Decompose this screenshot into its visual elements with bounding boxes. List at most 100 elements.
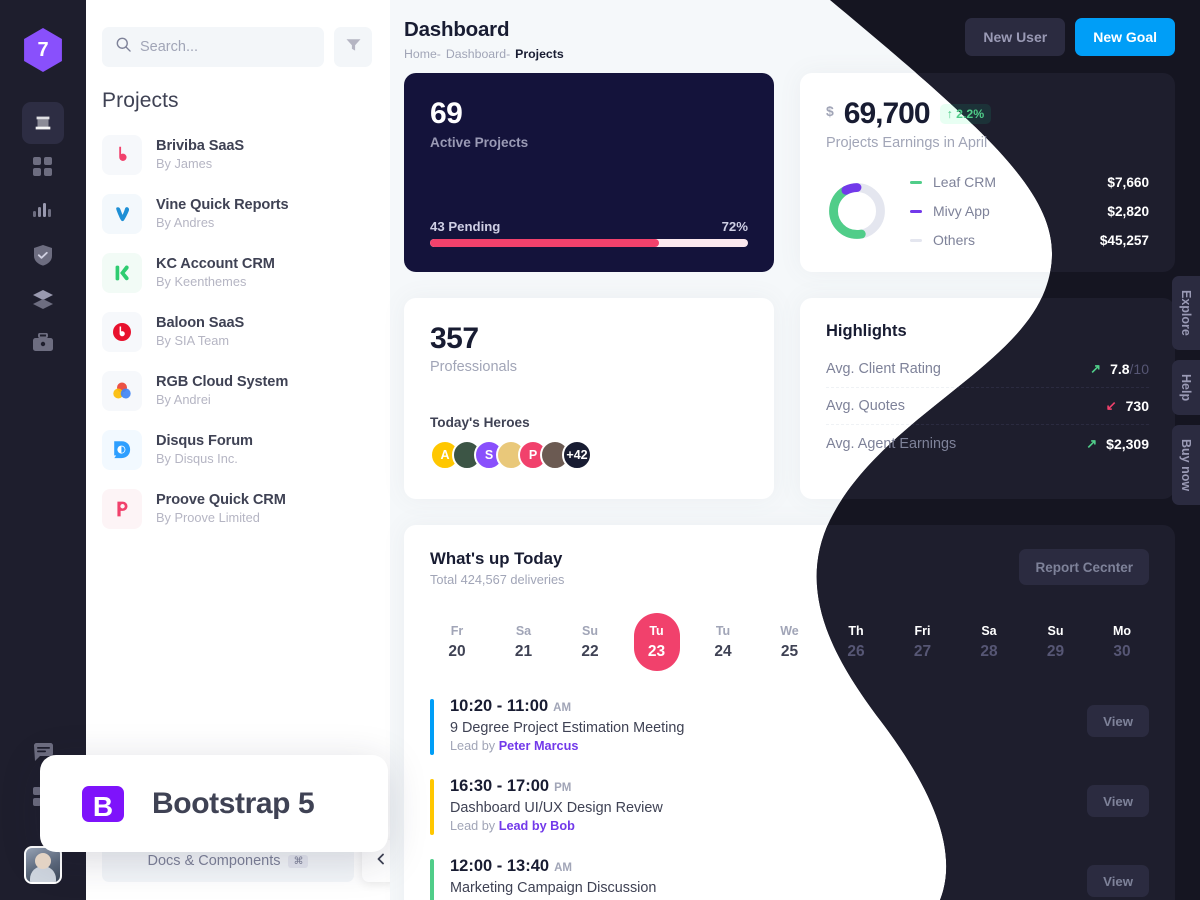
day-item[interactable]: Su 22 [567, 613, 613, 671]
list-item[interactable]: KC Account CRM By Keenthemes [102, 243, 374, 302]
list-item[interactable]: Baloon SaaS By SIA Team [102, 302, 374, 361]
day-item[interactable]: Fri 27 [900, 613, 946, 671]
bootstrap-badge: B Bootstrap 5 [40, 755, 388, 852]
arrow-down-left-icon: ↙ [1105, 398, 1117, 413]
rail-item-briefcase[interactable] [22, 322, 64, 364]
day-item[interactable]: Th 26 [833, 613, 879, 671]
avatar-initial: P [528, 448, 538, 462]
event-color-bar [430, 779, 434, 835]
docs-label: Docs & Components [147, 853, 281, 869]
table-row: Avg. Client Rating ↗ 7.8/10 [826, 351, 1149, 388]
highlights-card: Highlights Avg. Client Rating ↗ 7.8/10 A… [800, 298, 1175, 499]
earnings-body: Leaf CRM $7,660 Mivy App $2,820 Others $… [826, 174, 1149, 248]
event-list: 10:20 - 11:00 AM 9 Degree Project Estimat… [430, 697, 1149, 900]
highlight-value: $2,309 [1106, 436, 1149, 452]
legend-swatch [910, 238, 922, 242]
event-body: 16:30 - 17:00 PM Dashboard UI/UX Design R… [450, 777, 1071, 833]
new-goal-button[interactable]: New Goal [1075, 18, 1175, 56]
project-text: RGB Cloud System By Andrei [156, 374, 288, 407]
day-number: 24 [714, 642, 732, 660]
side-tab-help[interactable]: Help [1172, 359, 1200, 415]
earnings-amount-row: $ 69,700 ↑ 2.2% [826, 97, 1149, 131]
legend-value: $7,660 [1107, 174, 1149, 190]
event-color-bar [430, 859, 434, 900]
arrow-up-icon: ↑ [946, 107, 953, 121]
legend-label: Others [933, 232, 976, 248]
day-item[interactable]: We 25 [767, 613, 813, 671]
project-text: Briviba SaaS By James [156, 138, 244, 171]
donut-legend: Leaf CRM $7,660 Mivy App $2,820 Others $… [910, 174, 1149, 248]
professionals-count: 357 [430, 322, 479, 355]
list-item[interactable]: Briviba SaaS By James [102, 125, 374, 184]
highlight-label: Avg. Client Rating [826, 361, 941, 377]
filter-button[interactable] [334, 27, 372, 67]
list-item[interactable]: 10:20 - 11:00 AM 9 Degree Project Estimat… [430, 697, 1149, 777]
event-time-row: 10:20 - 11:00 AM [450, 697, 1071, 716]
legend-value: $2,820 [1107, 203, 1149, 219]
legend-row-leaf-crm: Leaf CRM $7,660 [910, 174, 1149, 190]
day-item[interactable]: Mo 30 [1099, 613, 1145, 671]
list-item[interactable]: RGB Cloud System By Andrei [102, 361, 374, 420]
legend-label: Leaf CRM [933, 174, 997, 190]
event-name: Dashboard UI/UX Design Review [450, 800, 663, 816]
breadcrumb-item-dashboard[interactable]: Dashboard- [446, 47, 510, 61]
avatar-initial: S [484, 448, 494, 462]
event-lead-name[interactable]: Peter Marcus [499, 739, 579, 753]
day-number: 29 [1046, 642, 1065, 660]
day-item[interactable]: Su 29 [1033, 613, 1079, 671]
report-center-button[interactable]: Report Cecnter [1019, 549, 1149, 585]
search-row: Search... [86, 0, 390, 67]
side-tab-buy-now[interactable]: Buy now [1172, 424, 1200, 506]
event-lead-name[interactable]: Lead by Bob [499, 819, 575, 833]
docs-shortcut-key: ⌘ [288, 854, 309, 868]
day-item-selected[interactable]: Tu 23 [633, 613, 680, 671]
day-name: Sa [981, 623, 997, 638]
project-name: Baloon SaaS [156, 315, 245, 331]
legend-row-mivy-app: Mivy App $2,820 [910, 203, 1149, 219]
heroes-avatar-group: A S P +42 [430, 440, 748, 470]
rail-item-reports[interactable] [22, 190, 64, 232]
highlight-right: ↗ 7.8/10 [1090, 361, 1149, 377]
list-item[interactable]: 12:00 - 13:40 AM Marketing Campaign Discu… [430, 857, 1149, 900]
professionals-card: 357 Professionals Today's Heroes A S P +… [404, 298, 774, 499]
day-item[interactable]: Sa 21 [501, 613, 547, 671]
list-item[interactable]: Disqus Forum By Disqus Inc. [102, 420, 374, 479]
day-number: 21 [514, 642, 533, 660]
day-item[interactable]: Fr 20 [434, 613, 480, 671]
rail-item-security[interactable] [22, 234, 64, 276]
list-item[interactable]: Proove Quick CRM By Proove Limited [102, 479, 374, 538]
header-actions: New User New Goal [965, 18, 1175, 56]
list-item[interactable]: Vine Quick Reports By Andres [102, 184, 374, 243]
day-item[interactable]: Tu 24 [700, 613, 746, 671]
filter-icon [346, 38, 361, 57]
day-selector: Fr 20 Sa 21 Su 22 Tu 23 Tu 24 We 25 Th 26 Fri 27… [430, 613, 1149, 671]
day-name: Tu [715, 623, 731, 638]
search-input[interactable]: Search... [102, 27, 324, 67]
day-name: Fr [450, 623, 464, 638]
avatar-more-count: +42 [566, 448, 588, 462]
event-body: 10:20 - 11:00 AM 9 Degree Project Estimat… [450, 697, 1071, 753]
view-button[interactable]: View [1087, 705, 1149, 737]
project-logo-vine [102, 193, 142, 234]
list-item[interactable]: 16:30 - 17:00 PM Dashboard UI/UX Design R… [430, 777, 1149, 857]
day-item[interactable]: Sa 28 [966, 613, 1012, 671]
topbar: Dashboard Home- Dashboard- Projects New … [390, 0, 1200, 61]
rail-item-projects[interactable] [22, 102, 64, 144]
view-button[interactable]: View [1087, 865, 1149, 897]
rail-item-dashboard[interactable] [22, 146, 64, 188]
active-projects-label: Active Projects [430, 135, 529, 150]
breadcrumb-item-home[interactable]: Home- [404, 47, 441, 61]
view-button[interactable]: View [1087, 785, 1149, 817]
project-name: Vine Quick Reports [156, 197, 289, 213]
bootstrap-badge-label: Bootstrap 5 [152, 786, 315, 820]
rail-item-layers[interactable] [22, 278, 64, 320]
projects-icon [32, 112, 54, 134]
active-projects-card: 69 Active Projects 43 Pending 72% [404, 73, 774, 272]
new-user-button[interactable]: New User [965, 18, 1066, 56]
highlight-value: 7.8/10 [1110, 361, 1149, 377]
stats-grid: 69 Active Projects 43 Pending 72% $ 69,7… [390, 61, 1200, 499]
app-logo[interactable]: 7 [24, 28, 62, 72]
side-tab-explore[interactable]: Explore [1172, 276, 1200, 350]
avatar-more[interactable]: +42 [562, 440, 592, 470]
event-ampm: AM [554, 862, 572, 874]
